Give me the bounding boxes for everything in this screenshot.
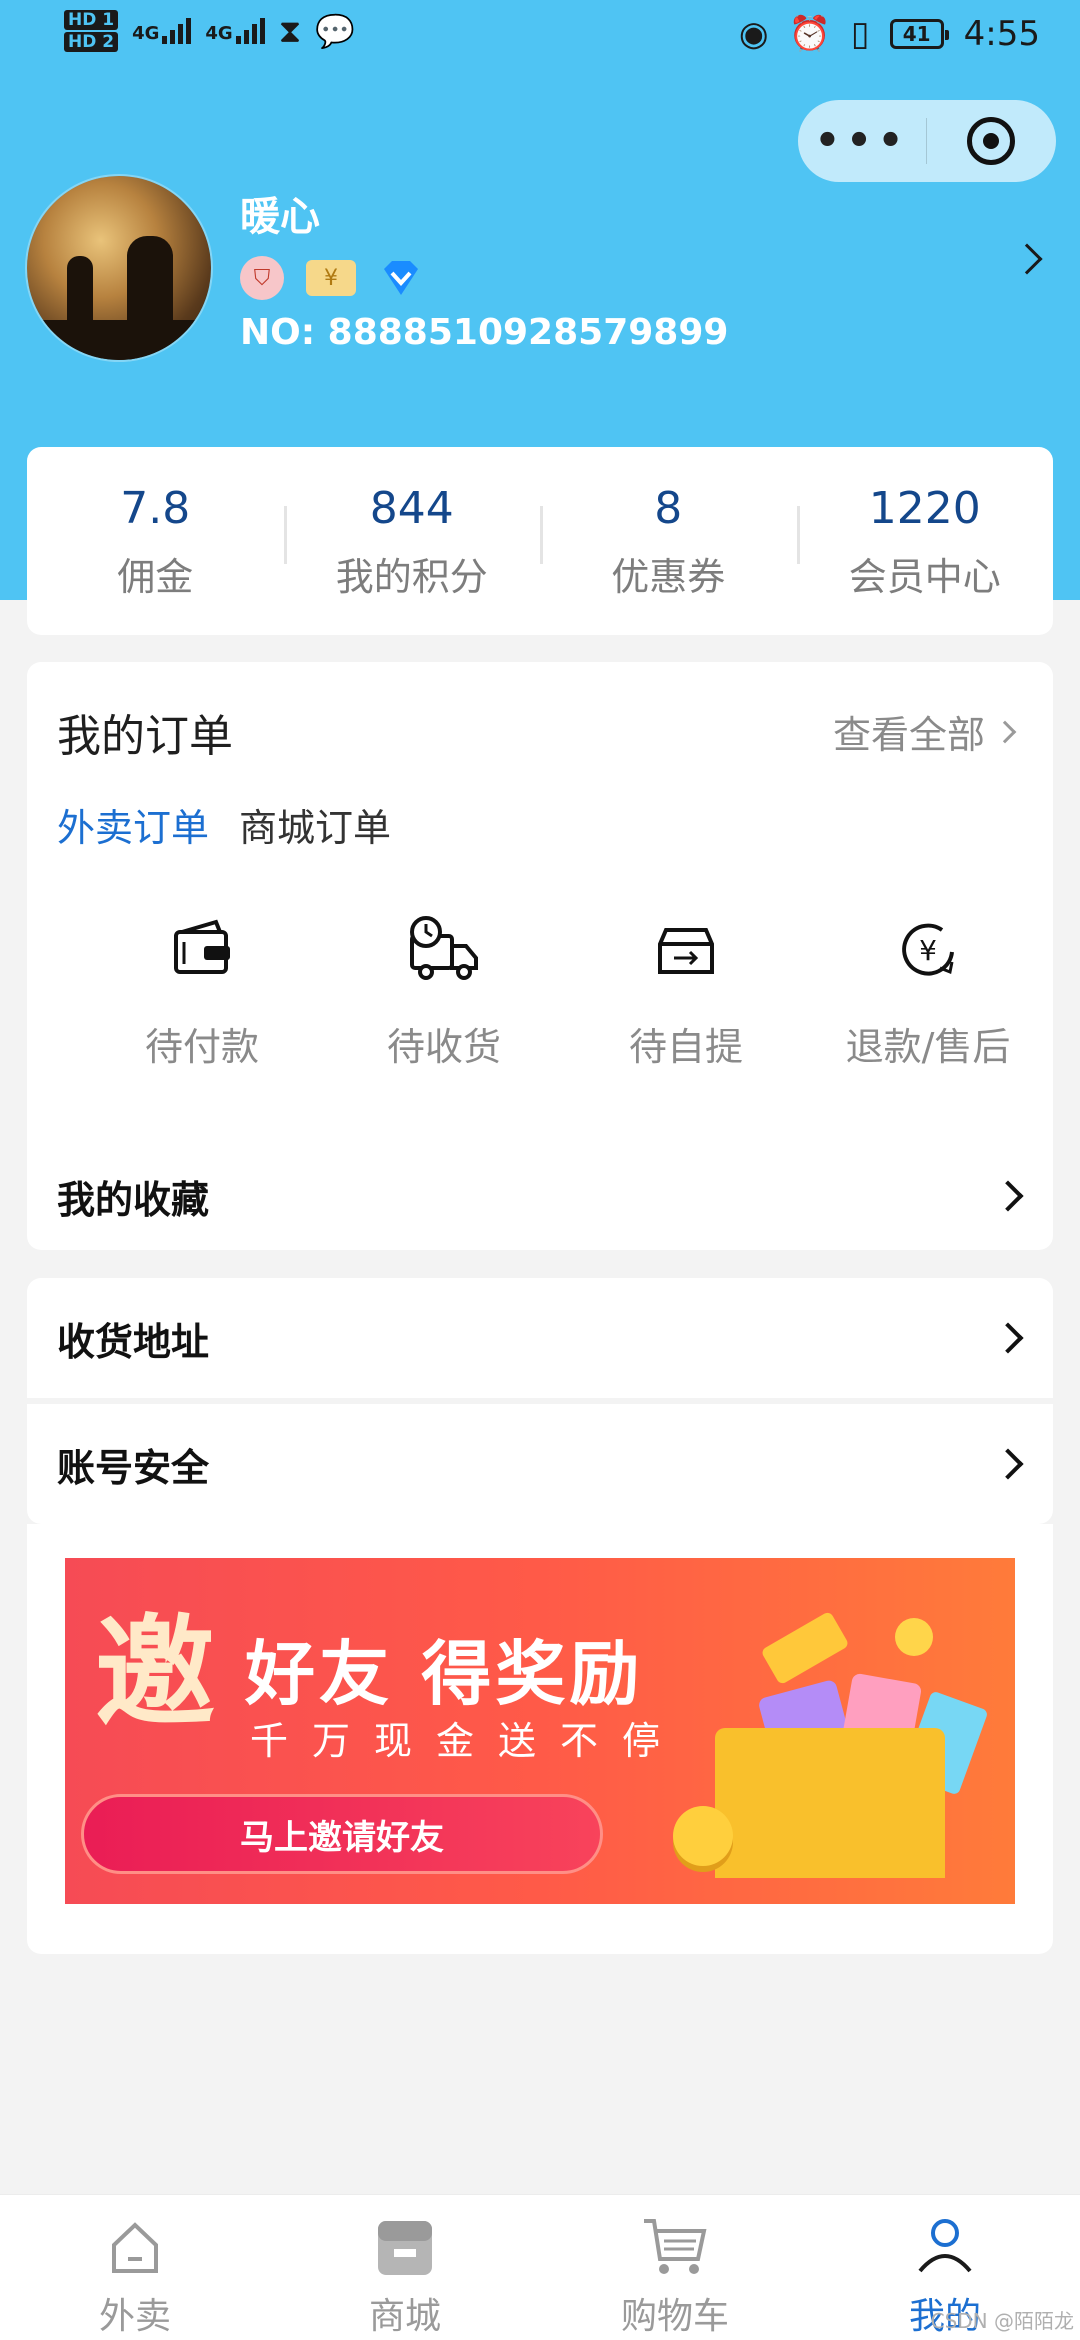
tab-takeout[interactable]: 外卖 [0, 2195, 270, 2340]
order-status-label: 退款/售后 [845, 1025, 1011, 1069]
order-status-refund[interactable]: ¥ 退款/售后 [807, 912, 1049, 1071]
account-security-row[interactable]: 账号安全 [27, 1404, 1053, 1524]
tab-mall-orders[interactable]: 商城订单 [239, 797, 391, 852]
invite-banner-card: 邀 好友 得奖励 千万现金送不停 马上邀请好友 [27, 1524, 1053, 1954]
svg-text:¥: ¥ [919, 934, 937, 967]
invite-friends-banner[interactable]: 邀 好友 得奖励 千万现金送不停 马上邀请好友 [65, 1558, 1015, 1904]
my-favorites-row[interactable]: 我的收藏 [27, 1142, 1053, 1250]
banner-subline: 千万现金送不停 [250, 1719, 685, 1763]
pickup-box-icon [658, 928, 714, 974]
status-bar: HD 1 HD 2 4G 4G ⧗ 💬 ◉ ⏰ ▯ 41 4:55 [0, 0, 1080, 76]
orders-title: 我的订单 [57, 711, 233, 762]
signal-icon: 4G [205, 18, 265, 44]
tab-takeout-orders[interactable]: 外卖订单 [57, 797, 209, 852]
stat-label: 佣金 [117, 554, 194, 599]
chevron-right-icon [992, 1180, 1024, 1212]
chevron-right-icon [993, 720, 1017, 743]
coin-decoration [895, 1618, 933, 1656]
user-badges: ⛉ ¥ [240, 255, 424, 301]
stat-value: 844 [369, 482, 454, 534]
shield-badge-icon: ⛉ [240, 256, 284, 300]
order-status-pending-payment[interactable]: 待付款 [81, 912, 323, 1071]
store-icon [378, 2221, 432, 2275]
order-status-row: 待付款 待收货 待自提 ¥ 退款/售后 [27, 912, 1053, 1071]
delivery-truck-icon [410, 916, 478, 980]
order-type-tabs: 外卖订单 商城订单 [57, 797, 391, 852]
order-status-label: 待自提 [628, 1025, 743, 1069]
close-miniprogram-button[interactable] [927, 117, 1055, 165]
refund-yen-icon: ¥ [902, 923, 954, 976]
avatar[interactable] [27, 176, 211, 360]
shipping-address-row[interactable]: 收货地址 [27, 1278, 1053, 1398]
cart-icon [644, 2219, 707, 2274]
order-status-label: 待收货 [386, 1025, 501, 1069]
row-label: 账号安全 [57, 1445, 210, 1490]
order-status-label: 待付款 [144, 1025, 259, 1069]
banner-big-char: 邀 [95, 1602, 215, 1743]
user-icon [918, 2219, 972, 2273]
coin-decoration [673, 1806, 733, 1866]
stat-member-center[interactable]: 1220 会员中心 [796, 482, 1054, 601]
stat-label: 会员中心 [848, 554, 1001, 599]
stat-value: 7.8 [120, 482, 191, 534]
stat-commission[interactable]: 7.8 佣金 [27, 482, 284, 601]
stat-value: 8 [654, 482, 683, 534]
battery-icon: 41 [889, 19, 949, 49]
stat-label: 我的积分 [335, 554, 488, 599]
stat-points[interactable]: 844 我的积分 [283, 482, 541, 601]
clock-time: 4:55 [963, 14, 1040, 54]
order-status-pending-pickup[interactable]: 待自提 [565, 912, 807, 1071]
tab-mall[interactable]: 商城 [270, 2195, 540, 2340]
gift-lid-decoration [760, 1610, 850, 1686]
wallet-icon [174, 919, 230, 974]
gift-box-decoration [715, 1728, 945, 1878]
eye-icon: ◉ [738, 14, 769, 54]
hourglass-icon: ⧗ [278, 11, 302, 50]
member-number: NO: 8888510928579899 [240, 312, 729, 353]
hd-indicator: HD 1 HD 2 [64, 10, 119, 52]
vibrate-icon: ▯ [850, 14, 870, 54]
chat-icon: 💬 [315, 12, 356, 50]
settings-list: 收货地址 账号安全 [27, 1278, 1053, 1524]
target-icon [967, 117, 1015, 165]
more-menu-icon[interactable]: ••• [798, 121, 926, 161]
orders-card: 我的订单 查看全部 外卖订单 商城订单 待付款 待收货 待自提 ¥ 退款/售后 … [27, 662, 1053, 1250]
user-name: 暖心 [240, 194, 320, 240]
coupon-badge-icon: ¥ [306, 260, 356, 296]
invite-friends-button[interactable]: 马上邀请好友 [81, 1794, 603, 1874]
banner-headline: 好友 得奖励 [245, 1633, 644, 1715]
tab-cart[interactable]: 购物车 [540, 2195, 810, 2340]
stat-label: 优惠券 [611, 554, 726, 599]
row-label: 我的收藏 [57, 1177, 210, 1222]
miniprogram-capsule: ••• [798, 100, 1056, 182]
alarm-icon: ⏰ [788, 14, 831, 54]
home-icon [112, 2222, 158, 2273]
chevron-right-icon [992, 1448, 1024, 1480]
diamond-badge-icon [378, 255, 424, 301]
stat-coupons[interactable]: 8 优惠券 [540, 482, 797, 601]
bottom-tab-bar: 外卖 商城 购物车 我的 [0, 2194, 1080, 2340]
stats-card: 7.8 佣金 844 我的积分 8 优惠券 1220 会员中心 [27, 447, 1053, 635]
stat-value: 1220 [868, 482, 981, 534]
order-status-pending-delivery[interactable]: 待收货 [323, 912, 565, 1071]
row-label: 收货地址 [57, 1319, 210, 1364]
chevron-right-icon [992, 1322, 1024, 1354]
signal-icon: 4G [132, 18, 192, 44]
view-all-orders-link[interactable]: 查看全部 [833, 704, 1017, 759]
watermark: CSDN @陌陌龙 [930, 2309, 1074, 2333]
